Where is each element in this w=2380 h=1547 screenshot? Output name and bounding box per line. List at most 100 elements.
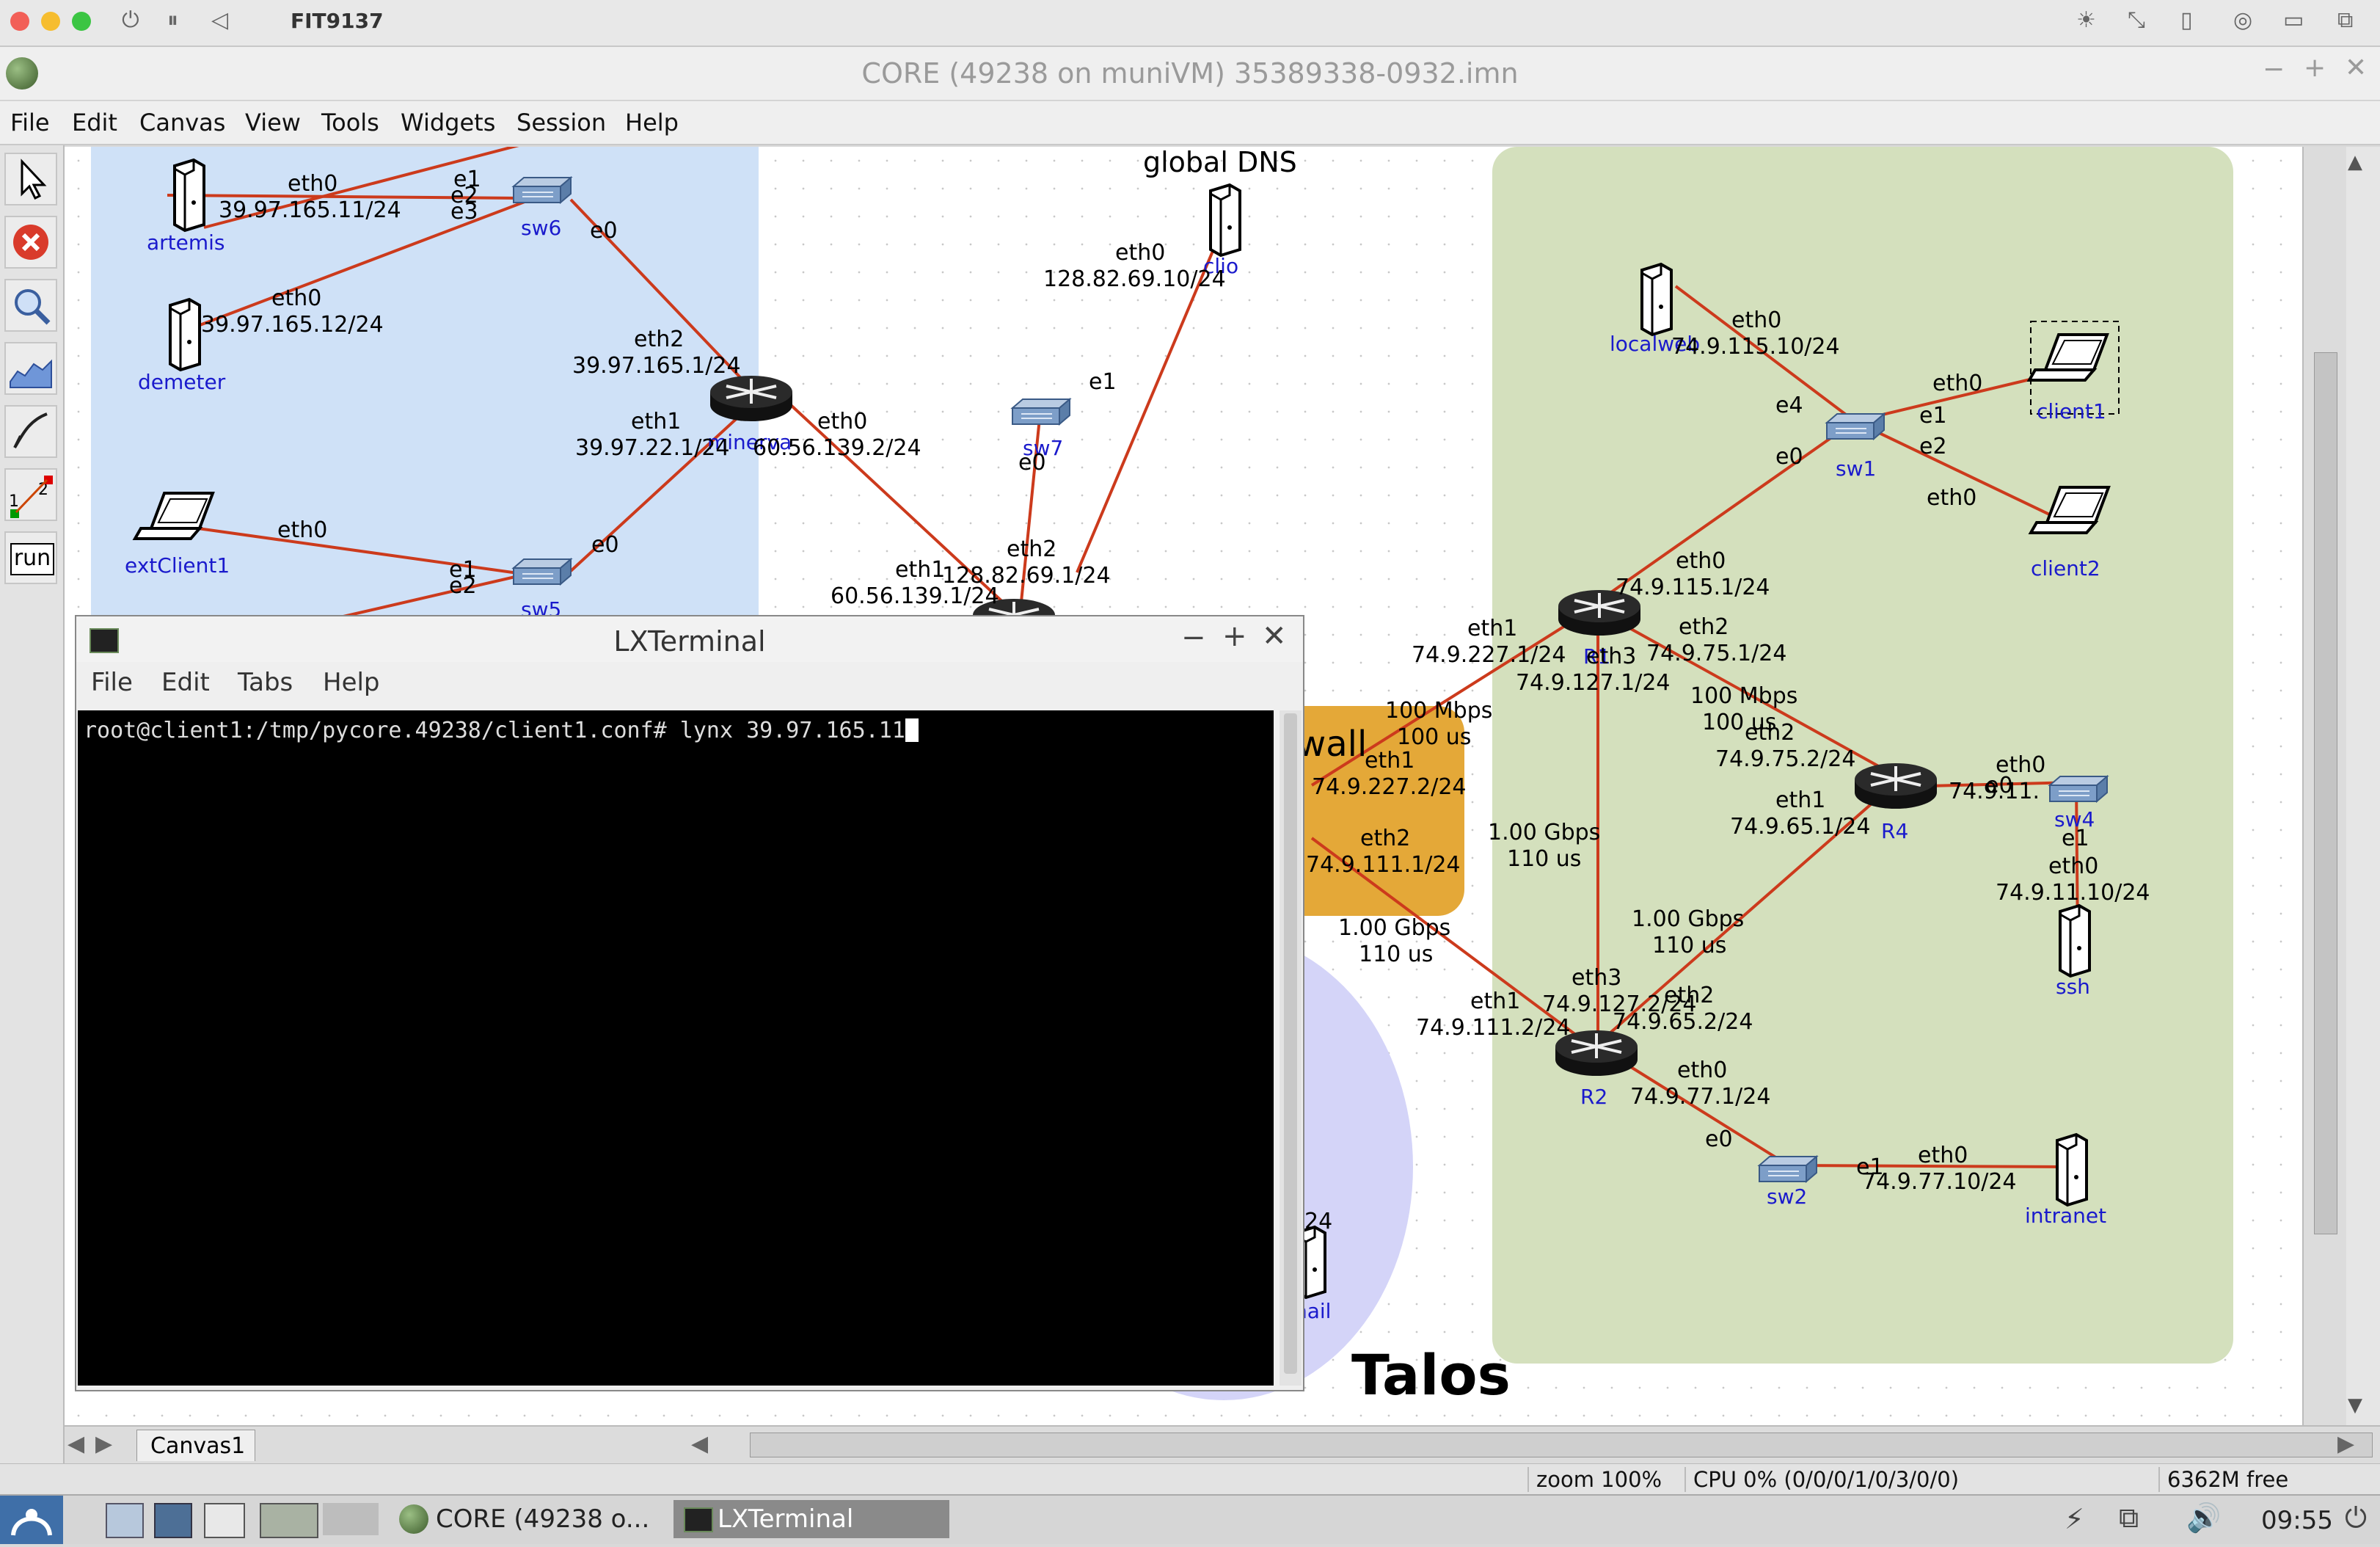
file-manager-icon[interactable] — [106, 1503, 144, 1538]
back-icon[interactable]: ◁ — [211, 7, 228, 33]
switch-sw5-icon[interactable] — [513, 558, 572, 585]
terminal-maximize-icon[interactable]: + — [1222, 619, 1247, 653]
taskbar-lxterminal-window[interactable]: LXTerminal — [674, 1500, 949, 1538]
menu-tools[interactable]: Tools — [321, 109, 379, 136]
server-clio-icon[interactable] — [1209, 183, 1241, 257]
node-label-demeter[interactable]: demeter — [138, 370, 226, 394]
pause-icon[interactable]: ⏸ — [167, 7, 178, 33]
resize-icon[interactable]: ⤡ — [2128, 7, 2145, 33]
hscroll-right-icon[interactable]: ▶ — [2337, 1431, 2354, 1457]
minimize-window-icon[interactable] — [41, 12, 60, 31]
node-label-r2[interactable]: R2 — [1580, 1085, 1607, 1109]
lxterminal-window[interactable]: LXTerminal − + ✕ File Edit Tabs Help roo… — [75, 615, 1304, 1391]
label-clio-ip: 128.82.69.10/24 — [1043, 266, 1226, 292]
taskbar-core-window[interactable]: CORE (49238 o... — [392, 1500, 671, 1538]
server-demeter-icon[interactable] — [169, 298, 201, 371]
network-icon[interactable]: ⧉ — [2119, 1502, 2139, 1535]
minimize-icon[interactable]: − — [2263, 54, 2285, 84]
canvas-vertical-scrollbar[interactable] — [2302, 147, 2348, 1425]
node-label-sw1[interactable]: sw1 — [1836, 456, 1876, 481]
terminal-launcher-icon[interactable] — [260, 1503, 318, 1538]
hscroll-left-icon[interactable]: ◀ — [691, 1431, 708, 1457]
label-r1-eth0-ip: 74.9.115.1/24 — [1616, 575, 1770, 600]
volume-icon[interactable]: 🔊 — [2186, 1502, 2221, 1535]
logout-icon[interactable]: ⏻ — [2345, 1502, 2367, 1535]
run-button[interactable]: run — [4, 531, 57, 584]
server-artemis-icon[interactable] — [173, 159, 205, 232]
terminal-menu-file[interactable]: File — [91, 668, 133, 697]
switch-sw7-icon[interactable] — [1012, 398, 1070, 425]
select-tool-button[interactable] — [4, 153, 57, 205]
node-label-sw6[interactable]: sw6 — [521, 216, 561, 240]
router-r4-icon[interactable] — [1853, 762, 1938, 810]
menu-widgets[interactable]: Widgets — [401, 109, 495, 136]
label-r1-eth2: eth2 — [1679, 614, 1729, 640]
node-label-sw2[interactable]: sw2 — [1767, 1184, 1807, 1209]
node-label-client1[interactable]: client1 — [2037, 399, 2106, 423]
label-r1-eth1-ip: 74.9.227.1/24 — [1412, 642, 1566, 668]
label-artemis-eth0: eth0 — [288, 171, 337, 197]
terminal-close-icon[interactable]: ✕ — [1262, 619, 1287, 653]
terminal-menu-edit[interactable]: Edit — [161, 668, 210, 697]
clock[interactable]: 09:55 — [2261, 1506, 2333, 1535]
terminal-menu-help[interactable]: Help — [323, 668, 380, 697]
fullscreen-icon[interactable]: ⧉ — [2337, 7, 2353, 33]
terminal-menu-tabs[interactable]: Tabs — [238, 668, 293, 697]
router-minerva-icon[interactable] — [709, 374, 794, 423]
menu-file[interactable]: File — [10, 109, 50, 136]
server-intranet-icon[interactable] — [2056, 1133, 2088, 1206]
menu-canvas[interactable]: Canvas — [139, 109, 225, 136]
terminal-scroll-thumb[interactable] — [1284, 713, 1297, 1374]
label-r2-eth0-ip: 74.9.77.1/24 — [1630, 1084, 1770, 1110]
terminal-titlebar[interactable]: LXTerminal − + ✕ — [76, 616, 1303, 663]
stop-button[interactable] — [4, 216, 57, 269]
switch-sw2-icon[interactable] — [1759, 1156, 1817, 1182]
desktop-switch-icon[interactable] — [323, 1503, 379, 1535]
terminal-minimize-icon[interactable]: − — [1181, 621, 1206, 655]
node-label-ssh[interactable]: ssh — [2056, 975, 2090, 999]
taskbar: CORE (49238 o... LXTerminal ⚡ ⧉ 🔊 09:55 … — [0, 1494, 2380, 1544]
switch-sw6-icon[interactable] — [513, 177, 572, 203]
two-node-tool-button[interactable]: 1 2 — [4, 468, 57, 521]
zoom-window-icon[interactable] — [72, 12, 91, 31]
switch-sw1-icon[interactable] — [1826, 413, 1885, 440]
scroll-down-icon[interactable]: ▼ — [2348, 1394, 2362, 1416]
menu-session[interactable]: Session — [516, 109, 606, 136]
terminal-scrollbar[interactable] — [1280, 710, 1302, 1386]
tab-next-icon[interactable]: ▶ — [95, 1431, 112, 1457]
node-label-artemis[interactable]: artemis — [147, 230, 225, 255]
power-icon[interactable]: ⏻ — [122, 7, 139, 33]
brightness-icon[interactable]: ☀ — [2076, 7, 2096, 33]
throughput-button[interactable] — [4, 342, 57, 395]
folder-icon[interactable]: ▭ — [2283, 7, 2304, 33]
menu-help[interactable]: Help — [625, 109, 679, 136]
usb-icon[interactable]: ▯ — [2180, 7, 2193, 33]
horizontal-scroll-thumb[interactable] — [750, 1433, 2373, 1457]
annotation-button[interactable] — [4, 405, 57, 458]
settings-icon[interactable]: ◎ — [2233, 7, 2252, 33]
server-localweb-icon[interactable] — [1640, 263, 1673, 336]
server-ssh-icon[interactable] — [2059, 904, 2091, 978]
node-label-r4[interactable]: R4 — [1881, 819, 1908, 843]
close-icon[interactable]: ✕ — [2345, 53, 2367, 83]
task-manager-icon[interactable] — [154, 1503, 192, 1538]
start-menu-button[interactable] — [0, 1496, 63, 1544]
terminal-title: LXTerminal — [613, 625, 766, 658]
zoom-tool-button[interactable] — [4, 279, 57, 332]
browser-icon[interactable] — [204, 1503, 245, 1538]
terminal-screen[interactable]: root@client1:/tmp/pycore.49238/client1.c… — [78, 710, 1274, 1386]
tab-prev-icon[interactable]: ◀ — [67, 1431, 84, 1457]
menu-view[interactable]: View — [245, 109, 301, 136]
scroll-up-icon[interactable]: ▲ — [2348, 151, 2362, 173]
menu-edit[interactable]: Edit — [72, 109, 117, 136]
node-label-client2[interactable]: client2 — [2031, 556, 2100, 580]
vertical-scroll-thumb[interactable] — [2314, 352, 2337, 1234]
node-label-intranet[interactable]: intranet — [2025, 1204, 2106, 1228]
tab-canvas1[interactable]: Canvas1 — [136, 1430, 255, 1461]
terminal-cursor — [905, 718, 919, 742]
power-manager-icon[interactable]: ⚡ — [2065, 1503, 2084, 1535]
switch-sw4-icon[interactable] — [2049, 776, 2108, 802]
maximize-icon[interactable]: + — [2304, 53, 2326, 83]
node-label-extclient1[interactable]: extClient1 — [125, 553, 230, 578]
close-window-icon[interactable] — [10, 12, 29, 31]
